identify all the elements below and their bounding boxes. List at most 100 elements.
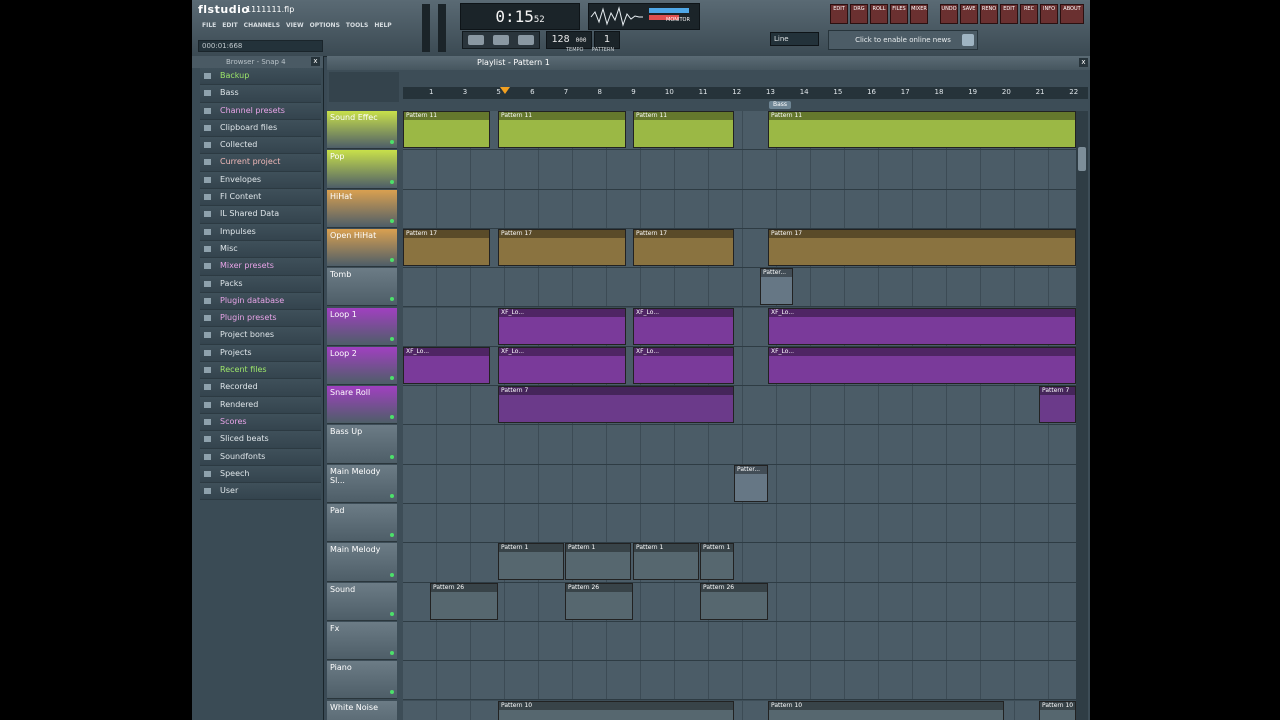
track-mute-led-icon[interactable]	[390, 140, 394, 145]
browser-item[interactable]: Misc	[200, 240, 321, 259]
pattern-clip[interactable]: Pattern 17	[498, 228, 626, 266]
track-mute-led-icon[interactable]	[390, 690, 394, 695]
pattern-clip[interactable]: Pattern 1	[700, 543, 734, 581]
playlist-tools[interactable]	[329, 72, 399, 102]
playlist-close-icon[interactable]: x	[1079, 58, 1088, 67]
menu-help[interactable]: HELP	[374, 22, 391, 29]
pattern-clip[interactable]: Pattern 11	[403, 111, 490, 148]
pattern-clip[interactable]: Pattern 10	[498, 700, 734, 720]
pattern-clip[interactable]: Pattern 11	[498, 111, 626, 148]
menu-tools[interactable]: TOOLS	[346, 22, 368, 29]
browser-item[interactable]: Collected	[200, 137, 321, 155]
track-name-button[interactable]: Piano	[327, 661, 397, 700]
tool-button-4[interactable]: FILES	[890, 4, 908, 24]
save-button[interactable]: SAVE	[960, 4, 978, 24]
pattern-clip[interactable]: Pattern 26	[700, 582, 768, 620]
browser-item[interactable]: User	[200, 483, 321, 501]
track-name-button[interactable]: HiHat	[327, 189, 397, 228]
vertical-scrollbar[interactable]	[1076, 111, 1088, 720]
timeline-marker[interactable]: Bass	[769, 101, 791, 109]
track-lane[interactable]	[403, 425, 1076, 465]
browser-item[interactable]: Packs	[200, 275, 321, 293]
track-name-button[interactable]: Sound Effec	[327, 111, 397, 150]
browser-item[interactable]: Impulses	[200, 223, 321, 241]
track-lane[interactable]: Pattern 17 Pattern 17 Pattern 17 Pattern 17	[403, 228, 1076, 269]
record-button[interactable]	[518, 35, 535, 45]
pattern-clip[interactable]: XF_Lo...	[633, 346, 734, 384]
pattern-clip[interactable]: Pattern 1	[498, 543, 564, 581]
browser-item[interactable]: Channel presets	[200, 102, 321, 120]
pattern-clip[interactable]: Patter...	[734, 464, 768, 502]
stop-button[interactable]	[492, 35, 509, 45]
browser-item[interactable]: Sliced beats	[200, 431, 321, 449]
tool-button-3[interactable]: ROLL	[870, 4, 888, 24]
pattern-clip[interactable]: XF_Lo...	[498, 307, 626, 345]
pattern-clip[interactable]: Pattern 7	[1039, 386, 1076, 424]
pattern-clip[interactable]: Pattern 10	[768, 700, 1004, 720]
pattern-clip[interactable]: XF_Lo...	[403, 346, 490, 384]
tool-button-5[interactable]: MIXER	[910, 4, 928, 24]
track-name-button[interactable]: White Noise	[327, 700, 397, 720]
pattern-clip[interactable]: Pattern 11	[633, 111, 734, 148]
online-news-icon[interactable]	[962, 34, 974, 46]
track-lane[interactable]	[403, 150, 1076, 190]
track-lane[interactable]: Patter...	[403, 268, 1076, 308]
track-name-button[interactable]: Open HiHat	[327, 228, 397, 268]
browser-item[interactable]: Clipboard files	[200, 119, 321, 138]
track-mute-led-icon[interactable]	[390, 218, 394, 223]
pattern-clip[interactable]: Pattern 10	[1039, 700, 1076, 720]
scrollbar-thumb[interactable]	[1078, 147, 1086, 171]
track-lane[interactable]: Pattern 26 Pattern 26 Pattern 26	[403, 582, 1076, 622]
about-button[interactable]: ABOUT	[1060, 4, 1084, 24]
online-news-button[interactable]: Click to enable online news	[828, 30, 978, 50]
pattern-clip[interactable]: XF_Lo...	[768, 346, 1076, 384]
pattern-clip[interactable]: Pattern 1	[565, 543, 631, 581]
track-lane[interactable]	[403, 189, 1076, 229]
browser-item[interactable]: Bass	[200, 85, 321, 103]
track-mute-led-icon[interactable]	[390, 454, 394, 459]
track-lane[interactable]: XF_Lo... XF_Lo... XF_Lo... XF_Lo...	[403, 346, 1076, 387]
info-button[interactable]: INFO	[1040, 4, 1058, 24]
browser-item[interactable]: IL Shared Data	[200, 206, 321, 224]
pattern-clip[interactable]: Pattern 1	[633, 543, 699, 581]
track-mute-led-icon[interactable]	[390, 415, 394, 420]
pattern-clip[interactable]: Patter...	[760, 268, 793, 306]
track-mute-led-icon[interactable]	[390, 651, 394, 656]
track-lane[interactable]: Patter...	[403, 464, 1076, 504]
browser-item[interactable]: Recorded	[200, 379, 321, 397]
pattern-clip[interactable]: Pattern 17	[403, 228, 490, 266]
tool-button-1[interactable]: EDIT	[830, 4, 848, 24]
edit-button[interactable]: EDIT	[1000, 4, 1018, 24]
tool-button-2[interactable]: DRG	[850, 4, 868, 24]
pattern-clip[interactable]: Pattern 17	[633, 228, 734, 266]
pattern-clip[interactable]: Pattern 17	[768, 228, 1076, 266]
render-button[interactable]: RENO	[980, 4, 998, 24]
track-name-button[interactable]: Pop	[327, 150, 397, 189]
menu-options[interactable]: OPTIONS	[310, 22, 340, 29]
track-mute-led-icon[interactable]	[390, 493, 394, 498]
track-lane[interactable]: Pattern 1 Pattern 1 Pattern 1 Pattern 1	[403, 543, 1076, 583]
pattern-clip[interactable]: XF_Lo...	[498, 346, 626, 384]
browser-item[interactable]: Current project	[200, 154, 321, 172]
track-name-button[interactable]: Fx	[327, 621, 397, 661]
pattern-clip[interactable]: Pattern 26	[565, 582, 633, 620]
browser-item[interactable]: Soundfonts	[200, 448, 321, 466]
menu-view[interactable]: VIEW	[286, 22, 304, 29]
menu-channels[interactable]: CHANNELS	[244, 22, 280, 29]
track-lane[interactable]	[403, 661, 1076, 701]
track-mute-led-icon[interactable]	[390, 297, 394, 302]
pattern-clip[interactable]: Pattern 26	[430, 582, 498, 620]
menu-edit[interactable]: EDIT	[222, 22, 237, 29]
track-name-button[interactable]: Tomb	[327, 268, 397, 307]
browser-item[interactable]: Project bones	[200, 327, 321, 345]
browser-item[interactable]: Recent files	[200, 362, 321, 380]
rec-button[interactable]: REC	[1020, 4, 1038, 24]
track-name-button[interactable]: Loop 2	[327, 346, 397, 386]
track-name-button[interactable]: Main Melody Sl...	[327, 464, 397, 503]
browser-item[interactable]: Speech	[200, 465, 321, 484]
track-lane[interactable]: Pattern 11 Pattern 11 Pattern 11 Pattern 11	[403, 111, 1076, 151]
track-name-button[interactable]: Loop 1	[327, 307, 397, 346]
browser-item[interactable]: Rendered	[200, 396, 321, 414]
track-mute-led-icon[interactable]	[390, 336, 394, 341]
snap-select[interactable]: Line	[770, 32, 819, 46]
